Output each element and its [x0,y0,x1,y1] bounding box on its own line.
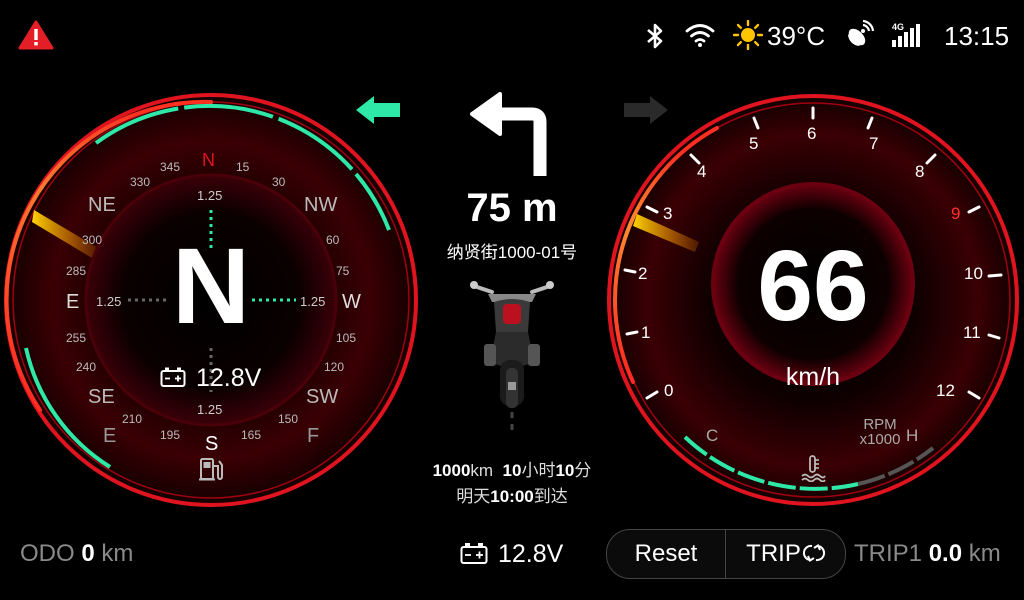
compass-degree-tick: 330 [130,175,151,189]
eta-arrival-suffix: 到达 [533,487,568,506]
trip1-label: TRIP1 [854,540,923,567]
compass-degree-tick: 195 [160,428,181,442]
trip-label: TRIP [746,540,801,567]
rpm-scale-label: 3 [663,204,673,223]
left-turn-signal-icon [356,96,400,124]
rpm-scale-label: 0 [664,381,674,400]
temperature-text: 39°C [767,21,826,51]
network-gen-label: 4G [892,22,905,32]
compass-degree-tick: 255 [66,331,87,345]
compass-se-label: SE [88,386,115,408]
rpm-scale-label: 5 [749,134,759,153]
rpm-scale-label: 10 [964,264,983,283]
cycle-arrows-icon [802,544,825,562]
turn-left-arrow-icon [470,92,547,176]
compass-degree-tick: 105 [336,331,357,345]
rpm-unit-label: RPM x1000 [855,417,905,447]
rpm-scale-label: 6 [807,124,817,143]
eta-minutes-unit: 分 [574,461,592,480]
compass-offset-top: 1.25 [197,188,223,203]
satellite-icon[interactable] [844,20,874,50]
rpm-scale-label-redline: 9 [951,204,961,223]
trip1-value: 0.0 [928,540,963,567]
odometer: ODO 0 km [20,540,133,568]
rpm-scale-label: 7 [869,134,879,153]
compass-degree-tick: 150 [278,412,299,426]
rpm-scale-label: 11 [963,323,981,342]
sun-icon [733,20,763,50]
rpm-label: RPM [863,416,897,433]
bottom-voltage: 12.8V [498,540,564,568]
status-bar: 39°C 4G 13:15 [0,0,1024,70]
eta-distance-unit: km [470,461,494,480]
wifi-icon[interactable] [685,22,715,48]
rpm-scale-label: 4 [697,162,707,181]
compass-offset-right: 1.25 [300,294,326,309]
eta-arrival-prefix: 明天 [456,487,491,506]
eta-remaining: 1000km 10小时10分 [392,456,632,481]
compass-ne-label: NE [88,194,116,216]
compass-degree-tick: 165 [241,428,262,442]
compass-degree-tick: 210 [122,412,143,426]
warning-icon[interactable] [18,20,54,50]
compass-degree-tick: 345 [160,160,181,174]
compass-degree-tick: 120 [324,360,345,374]
compass-degree-tick: 75 [336,264,350,278]
eta-hours-unit: 小时 [521,461,556,480]
compass-offset-left: 1.25 [96,294,122,309]
eta-distance-value: 1000 [432,461,471,480]
compass-south-label: S [205,433,219,455]
compass-north-marker: N [202,150,215,170]
battery-icon [160,367,186,387]
compass-heading: N [172,225,250,346]
nav-street-name: 纳贤街1000-01号 [446,243,578,262]
nav-distance: 75 m [466,186,558,230]
rpm-scale-label: 1 [641,323,651,342]
compass-east-label: E [66,291,80,313]
rpm-multiplier: x1000 [859,431,901,448]
odo-value: 0 [81,540,95,567]
temp-cold-label: C [706,426,719,445]
rpm-scale-label: 12 [936,381,955,400]
odo-label: ODO [20,540,75,567]
eta-hours-value: 10 [502,461,522,480]
reset-button[interactable]: Reset [607,530,725,578]
battery-icon [460,543,488,564]
compass-offset-bottom: 1.25 [197,402,223,417]
temp-hot-label: H [906,426,919,445]
compass-degree-tick: 240 [76,360,97,374]
compass-voltage: 12.8V [196,364,262,392]
compass-degree-tick: 300 [82,233,103,247]
motorcycle-image [470,281,554,434]
bluetooth-icon[interactable] [644,22,666,50]
rpm-scale-label: 8 [915,162,925,181]
compass-f-label: F [307,425,320,447]
speed-value: 66 [757,230,869,342]
compass-nw-label: NW [304,194,338,216]
coolant-temperature-icon [801,455,826,482]
trip-switch-button[interactable]: TRIP [726,530,845,578]
compass-sw-label: SW [306,386,339,408]
compass-degree-tick: 60 [326,233,340,247]
trip1-unit: km [968,540,1001,567]
cellular-signal-icon[interactable]: 4G [892,23,924,49]
eta-arrival-time: 10:00 [490,487,534,506]
odo-unit: km [101,540,134,567]
compass-degree-tick: 285 [66,264,87,278]
fuel-icon [199,458,223,481]
compass-degree-tick: 15 [236,160,250,174]
speed-unit: km/h [785,363,841,391]
trip1-meter: TRIP1 0.0 km [854,540,1001,568]
compass-degree-tick: 30 [272,175,286,189]
eta-minutes-value: 10 [555,461,575,480]
eta-arrival: 明天10:00到达 [392,482,632,507]
clock-time: 13:15 [944,21,1010,51]
trip-button-group: Reset TRIP [606,529,846,579]
compass-west-label: W [342,291,361,313]
rpm-scale-label: 2 [638,264,648,283]
compass-e-lower-label: E [103,425,117,447]
